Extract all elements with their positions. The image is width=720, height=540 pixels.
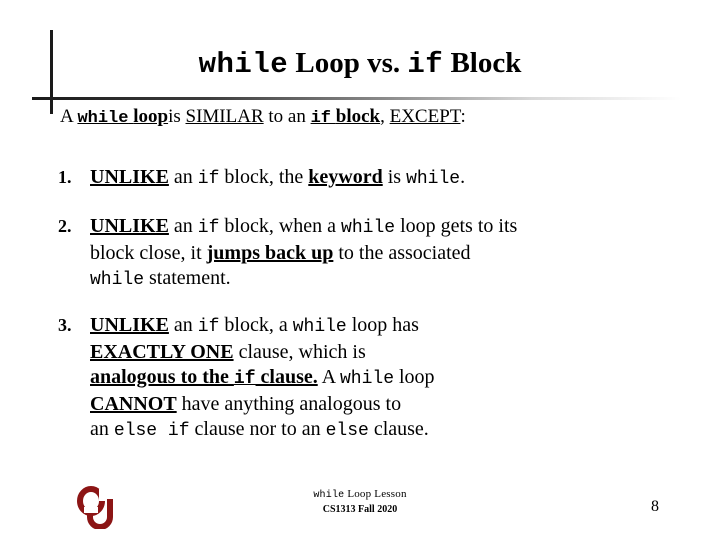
text-span: an [90, 418, 114, 440]
emphasis-span: EXACTLY ONE [90, 341, 234, 363]
footer-course: CS1313 Fall 2020 [322, 504, 398, 515]
list-item-number: 1. [58, 167, 72, 187]
text-span: clause. [368, 418, 429, 440]
text-span: clause nor to an [189, 418, 326, 440]
code-span: else if [113, 421, 190, 441]
code-emphasis-span: if [233, 369, 256, 389]
title-loop-vs: Loop vs. [295, 47, 401, 79]
lead-comma: , [380, 106, 385, 127]
lead-while-keyword: while [77, 109, 129, 128]
list-item-line: UNLIKE an if block, when a while loop ge… [90, 214, 708, 241]
slide-canvas: while Loop vs. if Block A while loopis S… [0, 0, 720, 540]
emphasis-span: UNLIKE [90, 166, 169, 188]
code-span: else [325, 421, 369, 441]
lead-is: is [168, 106, 181, 127]
lead-article: A [60, 106, 73, 127]
list-item-line: UNLIKE an if block, the keyword is while… [90, 165, 708, 192]
footer-lesson-rest: Loop Lesson [347, 488, 407, 500]
lead-block-word: block [335, 106, 381, 127]
text-span: block, a [219, 314, 293, 336]
lead-if-keyword: if [310, 109, 331, 128]
list-item-body: UNLIKE an if block, the keyword is while… [90, 165, 708, 192]
list-item: 2. UNLIKE an if block, when a while loop… [58, 214, 708, 293]
text-span: an [168, 314, 198, 336]
horizontal-accent-rule [32, 97, 708, 100]
list-item-line: UNLIKE an if block, a while loop has [90, 313, 708, 340]
code-span: if [197, 169, 220, 189]
lead-loop-word: loop [133, 106, 169, 127]
text-span: is [382, 166, 407, 188]
code-span: while [292, 317, 347, 337]
text-span: block, when a [219, 215, 342, 237]
lead-similar: SIMILAR [185, 106, 264, 127]
list-item-number: 3. [58, 315, 72, 335]
lead-colon: : [460, 106, 466, 127]
list-item: 3. UNLIKE an if block, a while loop has E… [58, 313, 708, 444]
code-span: while [406, 169, 461, 189]
list-item-body: UNLIKE an if block, when a while loop ge… [90, 214, 708, 293]
code-span: if [197, 317, 220, 337]
text-span: . [460, 166, 466, 188]
emphasis-span: UNLIKE [90, 215, 169, 237]
lead-while-loop-phrase: while loop [77, 106, 169, 128]
emphasis-span: CANNOT [90, 393, 177, 415]
list-item-line: while statement. [90, 266, 708, 293]
list-item-line: an else if clause nor to an else clause. [90, 417, 708, 444]
list-item-line: EXACTLY ONE clause, which is [90, 340, 708, 365]
text-span: loop has [346, 314, 419, 336]
text-span: have anything analogous to [176, 393, 402, 415]
text-span: loop gets to its [395, 215, 518, 237]
text-span: loop [394, 366, 435, 388]
text-span: to the associated [333, 242, 471, 264]
emphasis-span: jumps back up [206, 242, 334, 264]
code-span: if [197, 218, 220, 238]
text-span: A [317, 366, 340, 388]
text-span: an [168, 166, 198, 188]
title-keyword-while: while [198, 48, 289, 81]
page-number: 8 [651, 498, 659, 515]
title-keyword-if: if [407, 48, 444, 81]
lead-to-an: to an [268, 106, 306, 127]
emphasis-span: keyword [308, 166, 383, 188]
code-span: while [90, 270, 145, 290]
text-span: block, the [219, 166, 309, 188]
emphasis-span: UNLIKE [90, 314, 169, 336]
list-item-line: block close, it jumps back up to the ass… [90, 241, 708, 266]
text-span: clause, which is [233, 341, 366, 363]
footer-while-keyword: while [313, 490, 345, 501]
footer-lesson-title: while Loop Lesson [0, 487, 720, 503]
text-span: an [168, 215, 198, 237]
page-title: while Loop vs. if Block [0, 46, 720, 82]
lead-sentence: A while loopis SIMILAR to an if block, E… [60, 105, 700, 131]
text-span: block close, it [90, 242, 207, 264]
list-item: 1. UNLIKE an if block, the keyword is wh… [58, 165, 708, 192]
list-item-number: 2. [58, 216, 72, 236]
bullet-list: 1. UNLIKE an if block, the keyword is wh… [58, 165, 708, 444]
emphasis-span: clause. [255, 366, 318, 388]
text-span: statement. [144, 267, 231, 289]
lead-if-block-phrase: if block [310, 106, 381, 128]
list-item-body: UNLIKE an if block, a while loop has EXAC… [90, 313, 708, 444]
code-span: while [341, 218, 396, 238]
code-span: while [339, 369, 394, 389]
list-item-line: analogous to the if clause. A while loop [90, 365, 708, 392]
footer-center: while Loop Lesson CS1313 Fall 2020 [0, 487, 720, 516]
lead-except: EXCEPT [389, 106, 461, 127]
list-item-line: CANNOT have anything analogous to [90, 392, 708, 417]
title-block: Block [450, 47, 522, 79]
emphasis-span: analogous to the [90, 366, 234, 388]
